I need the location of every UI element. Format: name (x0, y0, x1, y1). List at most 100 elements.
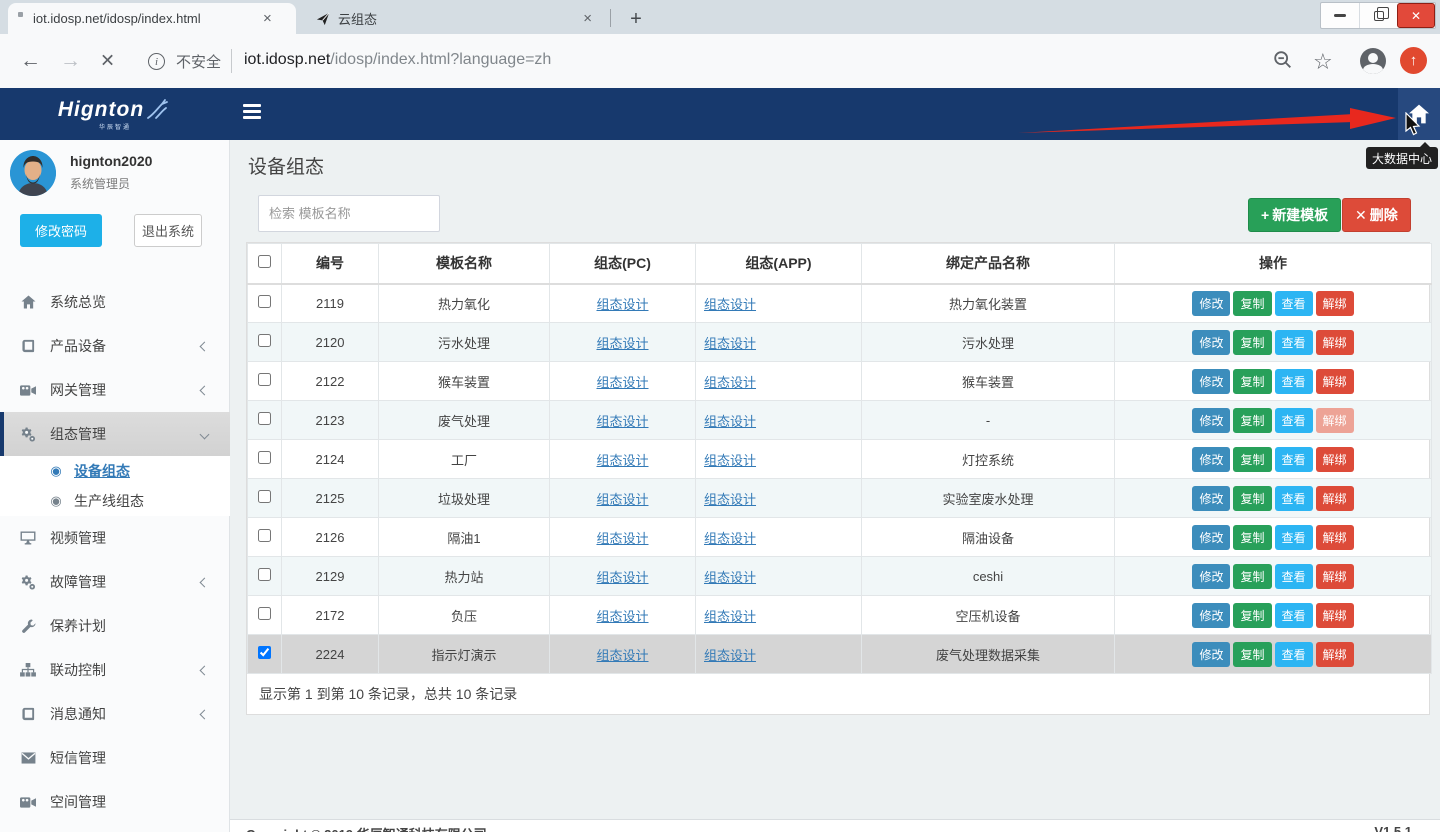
edit-button[interactable]: 修改 (1192, 447, 1230, 472)
pc-config-link[interactable]: 组态设计 (596, 453, 648, 468)
unbind-button[interactable]: 解绑 (1316, 408, 1354, 433)
app-config-link[interactable]: 组态设计 (704, 414, 756, 429)
row-checkbox[interactable] (258, 529, 271, 542)
edit-button[interactable]: 修改 (1192, 564, 1230, 589)
app-config-link[interactable]: 组态设计 (704, 531, 756, 546)
delete-button[interactable]: ✕删除 (1342, 198, 1411, 232)
unbind-button[interactable]: 解绑 (1316, 330, 1354, 355)
copy-button[interactable]: 复制 (1233, 408, 1271, 433)
view-button[interactable]: 查看 (1275, 291, 1313, 316)
app-config-link[interactable]: 组态设计 (704, 648, 756, 663)
edit-button[interactable]: 修改 (1192, 603, 1230, 628)
app-config-link[interactable]: 组态设计 (704, 375, 756, 390)
app-config-link[interactable]: 组态设计 (704, 609, 756, 624)
sidebar-item-11[interactable]: 短信管理 (0, 736, 230, 780)
view-button[interactable]: 查看 (1275, 408, 1313, 433)
pc-config-link[interactable]: 组态设计 (596, 492, 648, 507)
window-minimize-button[interactable] (1321, 3, 1359, 28)
view-button[interactable]: 查看 (1275, 447, 1313, 472)
pc-config-link[interactable]: 组态设计 (596, 297, 648, 312)
browser-tab-cloud[interactable]: 云组态 × (306, 3, 602, 34)
unbind-button[interactable]: 解绑 (1316, 525, 1354, 550)
row-checkbox[interactable] (258, 568, 271, 581)
copy-button[interactable]: 复制 (1233, 603, 1271, 628)
app-config-link[interactable]: 组态设计 (704, 453, 756, 468)
hamburger-menu-icon[interactable] (243, 104, 263, 124)
page-info-icon[interactable]: i (148, 53, 165, 70)
window-restore-button[interactable] (1359, 3, 1397, 28)
pc-config-link[interactable]: 组态设计 (596, 414, 648, 429)
zoom-out-icon[interactable] (1272, 49, 1294, 76)
sidebar-item-5[interactable]: ◉生产线组态 (0, 486, 230, 516)
sidebar-item-2[interactable]: 网关管理 (0, 368, 230, 412)
row-checkbox[interactable] (258, 607, 271, 620)
browser-tab-current[interactable]: iot.idosp.net/idosp/index.html × (8, 3, 296, 34)
copy-button[interactable]: 复制 (1233, 642, 1271, 667)
view-button[interactable]: 查看 (1275, 525, 1313, 550)
pc-config-link[interactable]: 组态设计 (596, 531, 648, 546)
view-button[interactable]: 查看 (1275, 564, 1313, 589)
sidebar-item-10[interactable]: 消息通知 (0, 692, 230, 736)
row-checkbox[interactable] (258, 646, 271, 659)
edit-button[interactable]: 修改 (1192, 408, 1230, 433)
edit-button[interactable]: 修改 (1192, 369, 1230, 394)
sidebar-item-8[interactable]: 保养计划 (0, 604, 230, 648)
edit-button[interactable]: 修改 (1192, 330, 1230, 355)
new-template-button[interactable]: +新建模板 (1248, 198, 1341, 232)
new-tab-button[interactable]: + (622, 5, 650, 33)
edit-button[interactable]: 修改 (1192, 486, 1230, 511)
sidebar-item-6[interactable]: 视频管理 (0, 516, 230, 560)
copy-button[interactable]: 复制 (1233, 330, 1271, 355)
bigdata-home-button[interactable] (1398, 88, 1440, 140)
change-password-button[interactable]: 修改密码 (20, 214, 102, 247)
copy-button[interactable]: 复制 (1233, 564, 1271, 589)
row-checkbox[interactable] (258, 412, 271, 425)
tab-close-icon[interactable]: × (583, 10, 592, 27)
copy-button[interactable]: 复制 (1233, 291, 1271, 316)
stop-button[interactable]: ✕ (100, 51, 115, 72)
sidebar-item-9[interactable]: 联动控制 (0, 648, 230, 692)
browser-update-icon[interactable]: ↑ (1400, 47, 1427, 74)
view-button[interactable]: 查看 (1275, 486, 1313, 511)
bookmark-star-icon[interactable]: ☆ (1313, 49, 1333, 75)
edit-button[interactable]: 修改 (1192, 291, 1230, 316)
row-checkbox[interactable] (258, 295, 271, 308)
sidebar-item-3[interactable]: 组态管理 (0, 412, 230, 456)
sidebar-item-4[interactable]: ◉设备组态 (0, 456, 230, 486)
unbind-button[interactable]: 解绑 (1316, 564, 1354, 589)
pc-config-link[interactable]: 组态设计 (596, 648, 648, 663)
window-close-button[interactable]: ✕ (1397, 3, 1435, 28)
pc-config-link[interactable]: 组态设计 (596, 570, 648, 585)
sidebar-item-7[interactable]: 故障管理 (0, 560, 230, 604)
search-input[interactable] (258, 195, 440, 232)
unbind-button[interactable]: 解绑 (1316, 291, 1354, 316)
browser-profile-icon[interactable] (1360, 48, 1386, 74)
view-button[interactable]: 查看 (1275, 603, 1313, 628)
edit-button[interactable]: 修改 (1192, 642, 1230, 667)
view-button[interactable]: 查看 (1275, 369, 1313, 394)
pc-config-link[interactable]: 组态设计 (596, 609, 648, 624)
unbind-button[interactable]: 解绑 (1316, 603, 1354, 628)
back-button[interactable]: ← (20, 49, 41, 73)
forward-button[interactable]: → (60, 49, 81, 73)
address-bar[interactable]: iot.idosp.net/idosp/index.html?language=… (244, 51, 551, 69)
pc-config-link[interactable]: 组态设计 (596, 375, 648, 390)
sidebar-item-0[interactable]: 系统总览 (0, 280, 230, 324)
view-button[interactable]: 查看 (1275, 642, 1313, 667)
unbind-button[interactable]: 解绑 (1316, 642, 1354, 667)
logout-button[interactable]: 退出系统 (134, 214, 202, 247)
app-config-link[interactable]: 组态设计 (704, 492, 756, 507)
copy-button[interactable]: 复制 (1233, 369, 1271, 394)
view-button[interactable]: 查看 (1275, 330, 1313, 355)
tab-close-icon[interactable]: × (263, 10, 272, 27)
copy-button[interactable]: 复制 (1233, 447, 1271, 472)
copy-button[interactable]: 复制 (1233, 486, 1271, 511)
sidebar-item-1[interactable]: 产品设备 (0, 324, 230, 368)
pc-config-link[interactable]: 组态设计 (596, 336, 648, 351)
sidebar-item-12[interactable]: 空间管理 (0, 780, 230, 824)
app-config-link[interactable]: 组态设计 (704, 336, 756, 351)
unbind-button[interactable]: 解绑 (1316, 447, 1354, 472)
copy-button[interactable]: 复制 (1233, 525, 1271, 550)
row-checkbox[interactable] (258, 451, 271, 464)
select-all-checkbox[interactable] (258, 255, 271, 268)
